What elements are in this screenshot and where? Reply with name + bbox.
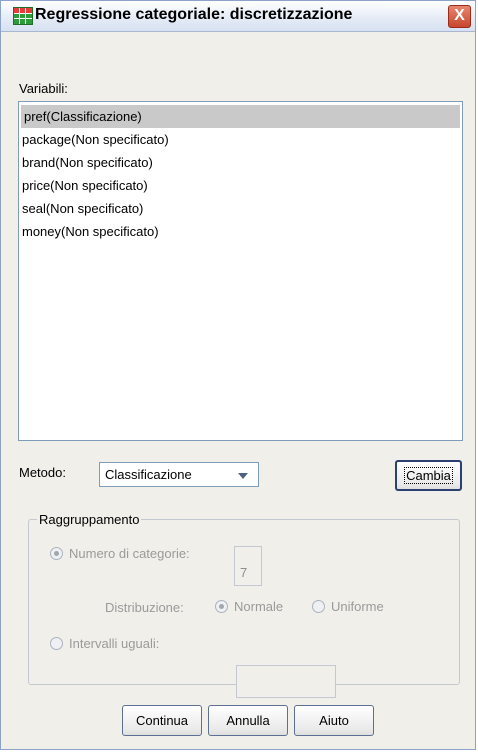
close-button[interactable]: X [448,5,471,28]
list-item[interactable]: price(Non specificato) [19,174,462,197]
uniform-label: Uniforme [331,599,384,614]
equal-intervals-field[interactable] [236,665,336,698]
chevron-down-icon[interactable] [238,473,248,479]
title-bar[interactable]: Regressione categoriale: discretizzazion… [1,1,475,32]
help-button[interactable]: Aiuto [294,705,374,736]
num-categories-label: Numero di categorie: [69,546,190,561]
continue-button-label: Continua [135,713,189,728]
normal-radio[interactable] [215,600,228,613]
continue-button[interactable]: Continua [122,705,202,736]
method-select[interactable]: Classificazione [99,462,259,487]
cancel-button[interactable]: Annulla [208,705,288,736]
change-button[interactable]: Cambia [395,460,462,491]
uniform-radio[interactable] [312,600,325,613]
spreadsheet-icon [13,7,33,25]
num-categories-radio[interactable] [50,547,63,560]
normal-label: Normale [234,599,284,614]
variables-label: Variabili: [19,81,68,96]
num-categories-value: 7 [240,565,248,580]
help-button-label: Aiuto [319,713,349,728]
list-item[interactable]: money(Non specificato) [19,220,462,243]
window-title: Regressione categoriale: discretizzazion… [35,6,353,23]
num-categories-field[interactable]: 7 [234,546,262,586]
list-item[interactable]: brand(Non specificato) [19,151,462,174]
close-icon: X [454,7,465,24]
list-item[interactable]: pref(Classificazione) [21,105,460,128]
grouping-title: Raggruppamento [37,512,142,527]
equal-intervals-label: Intervalli uguali: [69,636,160,651]
method-select-value: Classificazione [105,467,192,482]
change-button-label: Cambia [404,467,453,484]
list-item[interactable]: package(Non specificato) [19,128,462,151]
equal-intervals-radio[interactable] [50,637,63,650]
distribution-label: Distribuzione: [105,600,184,615]
variables-listbox[interactable]: pref(Classificazione) package(Non specif… [18,101,463,441]
list-item[interactable]: seal(Non specificato) [19,197,462,220]
cancel-button-label: Annulla [226,713,270,728]
discretization-dialog: Regressione categoriale: discretizzazion… [0,0,476,750]
method-label: Metodo: [19,465,66,480]
